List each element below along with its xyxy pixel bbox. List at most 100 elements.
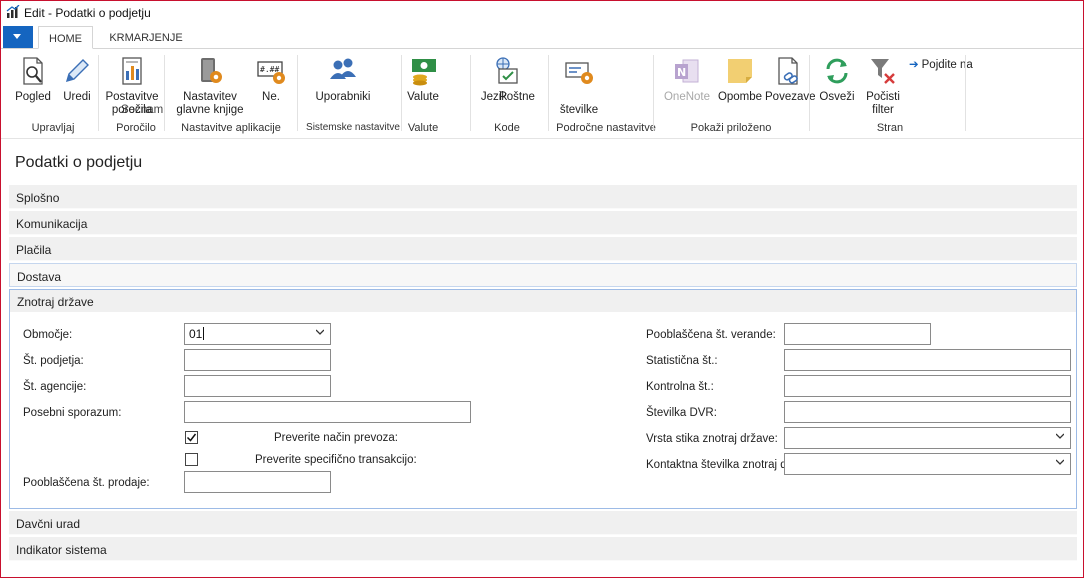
links-label: Povezave — [765, 91, 816, 103]
check-transport-method-checkbox[interactable] — [185, 431, 198, 444]
refresh-label: Osveži — [819, 91, 855, 103]
fasttab-tax-office[interactable]: Davčni urad — [9, 511, 1077, 535]
app-logo-icon — [6, 5, 20, 18]
fasttab-label: Znotraj države — [17, 295, 94, 309]
statistics-number-field[interactable] — [784, 349, 1071, 371]
ribbon-separator — [548, 55, 549, 131]
group-label-stran: Stran — [876, 122, 904, 134]
refresh-button[interactable]: Osveži — [815, 49, 859, 119]
intrastat-contact-type-label: Vrsta stika znotraj države: — [646, 433, 778, 445]
group-label-upravljaj: Upravljaj — [31, 122, 75, 134]
general-ledger-setup-icon — [201, 58, 222, 83]
number-series-icon: #.## — [257, 61, 285, 84]
fasttab-label: Indikator sistema — [16, 543, 107, 557]
postcodes-label[interactable]: Poštne — [499, 91, 535, 104]
group-label-nastavitve-aplikacije: Nastavitve aplikacije — [181, 122, 281, 134]
link-icon — [778, 57, 798, 85]
numbers-label: številke — [559, 104, 599, 116]
area-label: Območje: — [23, 329, 73, 341]
users-label: Uporabniki — [315, 91, 371, 103]
note-icon — [728, 59, 752, 83]
group-label-porocilo: Poročilo — [116, 122, 156, 134]
list-label[interactable]: Seznam — [121, 104, 163, 117]
group-label-kode: Kode — [494, 122, 520, 134]
numbers-button[interactable]: številke — [554, 49, 604, 119]
view-label: Pogled — [15, 91, 51, 103]
check-specific-transaction-checkbox[interactable] — [185, 453, 198, 466]
ribbon-tab-row: HOME KRMARJENJE — [1, 26, 1083, 49]
agency-number-label: Št. agencije: — [23, 381, 87, 393]
chevron-down-icon — [1056, 433, 1064, 439]
ribbon-separator — [809, 55, 810, 131]
ribbon-separator — [470, 55, 471, 131]
authorized-veranda-number-label: Pooblaščena št. verande: — [646, 329, 776, 341]
ribbon-separator — [297, 55, 298, 131]
fasttab-label: Komunikacija — [16, 217, 88, 231]
currencies-button[interactable]: Valute — [403, 49, 443, 119]
check-specific-transaction-label: Preverite specifično transakcijo: — [255, 454, 417, 466]
go-to-button[interactable]: ➔ Pojdite na — [909, 57, 973, 71]
intrastat-contact-type-dropdown[interactable] — [784, 427, 1071, 449]
onenote-label: OneNote — [663, 91, 711, 103]
ribbon: Pogled Uredi Upravljaj Postavitve poroči… — [1, 49, 1083, 139]
intrastat-contact-number-dropdown[interactable] — [784, 453, 1071, 475]
clear-filter-icon — [871, 59, 895, 84]
page-title: Podatki o podjetju — [15, 154, 143, 171]
links-button[interactable]: Povezave — [765, 49, 816, 119]
clear-filter-button[interactable]: Počisti filter — [861, 49, 905, 119]
fasttab-system-indicator[interactable]: Indikator sistema — [9, 537, 1077, 561]
company-number-field[interactable] — [184, 349, 331, 371]
group-label-pokazi-prilozeno: Pokaži priloženo — [690, 122, 772, 134]
clear-filter-label: Počisti filter — [866, 91, 900, 116]
edit-button[interactable]: Uredi — [57, 49, 97, 119]
group-label-valute: Valute — [407, 122, 439, 134]
general-ledger-setup-button[interactable]: Nastavitev glavne knjige — [171, 49, 249, 119]
users-icon — [330, 58, 356, 79]
notes-label: Opombe — [717, 91, 763, 103]
title-bar: Edit - Podatki o podjetju — [1, 1, 1083, 25]
authorized-veranda-number-field[interactable] — [784, 323, 931, 345]
fasttab-payments[interactable]: Plačila — [9, 237, 1077, 261]
report-layouts-button[interactable]: Postavitve poročila Seznam — [101, 49, 163, 119]
languages-button[interactable]: Jezik Poštne — [479, 49, 535, 119]
authorized-sales-number-label: Pooblaščena št. prodaje: — [23, 477, 150, 489]
chevron-down-icon — [13, 34, 21, 39]
users-button[interactable]: Uporabniki — [307, 49, 379, 119]
view-button[interactable]: Pogled — [11, 49, 55, 119]
app-menu-button[interactable] — [3, 26, 33, 48]
area-value: 01 — [189, 327, 203, 341]
ribbon-separator — [98, 55, 99, 131]
postcode-icon — [565, 62, 593, 84]
fasttab-general[interactable]: Splošno — [9, 185, 1077, 209]
area-dropdown[interactable]: 01 — [184, 323, 331, 345]
refresh-icon — [826, 58, 848, 84]
check-transport-method-label: Preverite način prevoza: — [274, 432, 399, 444]
fasttab-intrastat-header[interactable]: Znotraj države — [10, 290, 1076, 312]
group-label-podrocne-nastavitve: Področne nastavitve — [556, 122, 656, 134]
tab-home[interactable]: HOME — [38, 26, 93, 49]
notes-button[interactable]: Opombe — [717, 49, 763, 119]
dvr-number-label: Številka DVR: — [646, 407, 717, 419]
agency-number-field[interactable] — [184, 375, 331, 397]
group-label-sistemske-nastavitve: Sistemske nastavitve — [306, 122, 400, 133]
onenote-button[interactable]: N OneNote — [661, 49, 713, 119]
window-title: Edit - Podatki o podjetju — [24, 6, 151, 20]
ribbon-separator — [965, 55, 966, 131]
ribbon-separator — [401, 55, 402, 131]
fasttab-communication[interactable]: Komunikacija — [9, 211, 1077, 235]
currencies-label: Valute — [407, 91, 439, 103]
control-number-field[interactable] — [784, 375, 1071, 397]
statistics-number-label: Statistična št.: — [646, 355, 718, 367]
authorized-sales-number-field[interactable] — [184, 471, 331, 493]
checkmark-icon — [186, 433, 197, 442]
special-agreement-field[interactable] — [184, 401, 471, 423]
ribbon-separator — [653, 55, 654, 131]
fasttab-shipping[interactable]: Dostava — [9, 263, 1077, 287]
dvr-number-field[interactable] — [784, 401, 1071, 423]
tab-navigate[interactable]: KRMARJENJE — [101, 26, 191, 49]
number-series-button[interactable]: #.## Ne. — [251, 49, 291, 119]
number-series-label: Ne. — [262, 91, 280, 103]
chevron-down-icon — [1056, 459, 1064, 465]
view-icon — [23, 57, 43, 85]
edit-label: Uredi — [63, 91, 91, 103]
